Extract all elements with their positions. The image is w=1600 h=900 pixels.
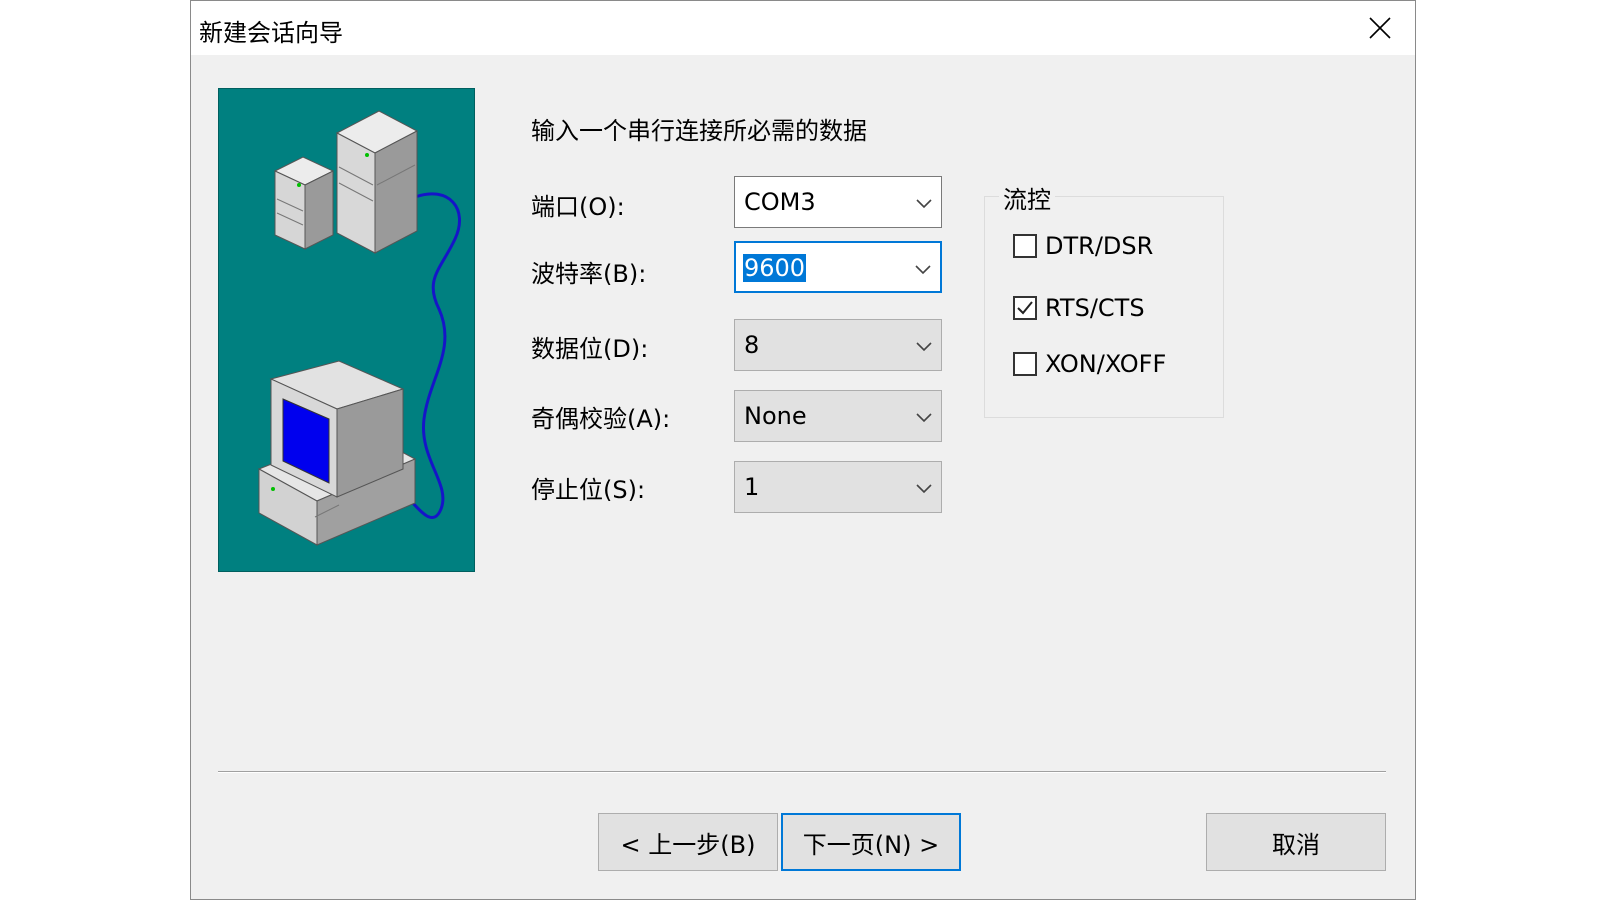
chevron-down-icon[interactable]	[913, 335, 935, 357]
stop-bits-dropdown[interactable]: 1	[734, 461, 942, 513]
chevron-down-icon[interactable]	[913, 192, 935, 214]
rts-cts-checkbox[interactable]: RTS/CTS	[1013, 293, 1145, 323]
flow-control-group: 流控 DTR/DSR RTS/CTS XON/XOFF	[984, 180, 1224, 418]
rts-cts-label[interactable]: RTS/CTS	[1045, 294, 1145, 322]
data-bits-label: 数据位(D):	[531, 335, 649, 363]
port-value: COM3	[744, 188, 816, 216]
next-button[interactable]: 下一页(N) >	[781, 813, 961, 871]
back-button[interactable]: < 上一步(B)	[598, 813, 778, 871]
new-session-wizard-dialog: 新建会话向导 输入一个串行连接所必需的数据 端口(O): COM3 波特率(B)…	[190, 0, 1416, 900]
instructions-heading: 输入一个串行连接所必需的数据	[531, 117, 867, 145]
cancel-button[interactable]: 取消	[1206, 813, 1386, 871]
chevron-down-icon[interactable]	[913, 477, 935, 499]
baud-rate-combobox[interactable]: 9600	[734, 241, 942, 293]
tall-server-icon	[335, 110, 419, 254]
data-bits-value: 8	[744, 331, 760, 359]
checkbox-unchecked-icon[interactable]	[1013, 234, 1037, 258]
chevron-down-icon[interactable]	[912, 258, 934, 280]
xon-xoff-checkbox[interactable]: XON/XOFF	[1013, 349, 1166, 379]
stop-bits-value: 1	[744, 473, 760, 501]
parity-value: None	[744, 402, 807, 430]
title-bar: 新建会话向导	[191, 1, 1415, 55]
footer-separator	[218, 771, 1386, 773]
window-title: 新建会话向导	[199, 19, 343, 47]
checkbox-unchecked-icon[interactable]	[1013, 352, 1037, 376]
port-combobox[interactable]: COM3	[734, 176, 942, 228]
checkmark-icon	[1017, 301, 1033, 315]
workstation-icon	[257, 360, 417, 546]
parity-label: 奇偶校验(A):	[531, 405, 671, 433]
baud-rate-label: 波特率(B):	[531, 260, 647, 288]
wizard-illustration	[218, 88, 475, 572]
chevron-down-icon[interactable]	[913, 406, 935, 428]
port-label: 端口(O):	[531, 193, 625, 221]
serial-connection-illustration	[257, 110, 461, 546]
checkbox-checked-icon[interactable]	[1013, 296, 1037, 320]
xon-xoff-label[interactable]: XON/XOFF	[1045, 350, 1166, 378]
baud-rate-value[interactable]: 9600	[743, 254, 807, 282]
close-button[interactable]	[1345, 1, 1415, 55]
stop-bits-label: 停止位(S):	[531, 476, 646, 504]
data-bits-dropdown[interactable]: 8	[734, 319, 942, 371]
dtr-dsr-label[interactable]: DTR/DSR	[1045, 232, 1153, 260]
dtr-dsr-checkbox[interactable]: DTR/DSR	[1013, 231, 1153, 261]
parity-dropdown[interactable]: None	[734, 390, 942, 442]
flow-control-title: 流控	[999, 180, 1055, 215]
close-icon	[1369, 17, 1391, 39]
small-server-icon	[273, 156, 335, 250]
